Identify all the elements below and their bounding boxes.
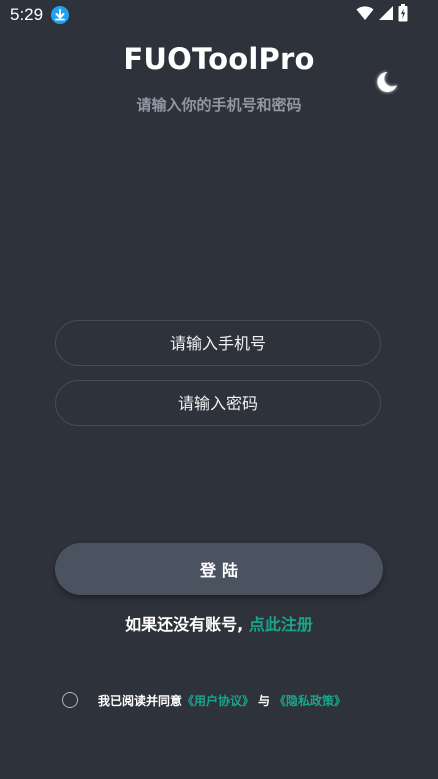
status-time: 5:29 bbox=[10, 5, 44, 24]
register-prompt: 如果还没有账号, bbox=[125, 615, 244, 634]
register-row: 如果还没有账号, 点此注册 bbox=[0, 611, 438, 635]
agreement-separator: 与 bbox=[258, 693, 271, 708]
battery-charging-icon bbox=[398, 4, 408, 26]
agreement-text: 我已阅读并同意 bbox=[98, 693, 183, 708]
password-input[interactable] bbox=[55, 380, 381, 426]
phone-input[interactable] bbox=[55, 320, 381, 366]
status-icons bbox=[356, 4, 408, 26]
status-bar: 5:29 bbox=[0, 0, 438, 30]
wifi-icon bbox=[356, 5, 374, 25]
user-agreement-link[interactable]: 《用户协议》 bbox=[182, 692, 254, 709]
login-button[interactable]: 登陆 bbox=[55, 543, 383, 595]
subtitle: 请输入你的手机号和密码 bbox=[136, 96, 302, 114]
signal-icon bbox=[378, 5, 394, 25]
moon-icon[interactable] bbox=[372, 68, 400, 96]
agree-radio[interactable] bbox=[62, 692, 78, 708]
download-icon bbox=[51, 6, 69, 24]
register-link[interactable]: 点此注册 bbox=[249, 615, 313, 634]
agreement-row: 我已阅读并同意 《用户协议》 与 《隐私政策》 bbox=[62, 690, 346, 710]
privacy-policy-link[interactable]: 《隐私政策》 bbox=[274, 692, 346, 709]
